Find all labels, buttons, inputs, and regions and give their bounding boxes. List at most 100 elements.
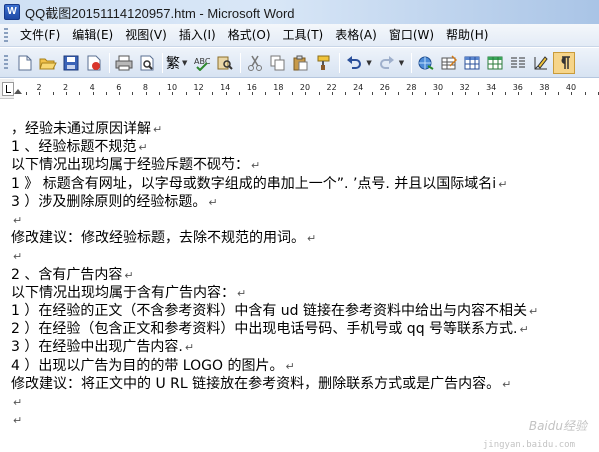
ruler-tick: [438, 92, 439, 95]
paragraph-text: 2 、含有广告内容: [11, 267, 123, 283]
format-painter-icon[interactable]: [313, 52, 335, 74]
document-paragraph[interactable]: 4 ）出现以广告为目的的带 LOGO 的图片。 ↵: [11, 357, 295, 375]
traditional-chinese-icon[interactable]: 繁: [166, 53, 180, 73]
ruler-tick: [372, 92, 373, 95]
horizontal-ruler[interactable]: 2 2 4 6 8 10 12 14 16 18 20 22 24 26 28 30 32 34 36 38 40: [0, 79, 599, 99]
document-paragraph[interactable]: 3 ）在经验中出现广告内容. ↵: [11, 338, 194, 356]
paragraph-mark-icon: ↵: [251, 159, 261, 172]
menu-table[interactable]: 表格(A): [329, 26, 383, 45]
undo-icon[interactable]: [343, 52, 365, 74]
menu-view[interactable]: 视图(V): [119, 26, 173, 45]
document-paragraph[interactable]: ↵: [11, 411, 22, 429]
ruler-number: 40: [565, 83, 577, 92]
menu-grip-handle[interactable]: [4, 27, 8, 43]
permission-icon[interactable]: [83, 52, 105, 74]
print-icon[interactable]: [113, 52, 135, 74]
chevron-down-icon[interactable]: ▼: [366, 59, 371, 67]
ruler-tick: [132, 92, 133, 95]
show-hide-icon[interactable]: [553, 51, 576, 74]
document-paragraph[interactable]: ↵: [11, 247, 22, 265]
ruler-tick: [212, 92, 213, 95]
document-paragraph[interactable]: 2 、含有广告内容 ↵: [11, 266, 134, 284]
paragraph-text: 4 ）出现以广告为目的的带 LOGO 的图片。: [11, 358, 284, 374]
watermark-url: jingyan.baidu.com: [482, 440, 575, 450]
menu-edit[interactable]: 编辑(E): [66, 26, 119, 45]
paragraph-mark-icon: ↵: [529, 305, 539, 318]
hyperlink-icon[interactable]: [415, 52, 437, 74]
document-paragraph[interactable]: ↵: [11, 211, 22, 229]
menu-insert[interactable]: 插入(I): [173, 26, 222, 45]
ruler-tick: [119, 92, 120, 95]
paragraph-mark-icon: ↵: [208, 196, 218, 209]
document-paragraph[interactable]: 1 、经验标题不规范 ↵: [11, 138, 148, 156]
toolbar-grip-handle[interactable]: [4, 55, 8, 70]
ruler-number: 36: [512, 83, 523, 92]
document-paragraph[interactable]: 以下情况出现均属于经验斥题不砚芍： ↵: [11, 156, 260, 174]
redo-icon[interactable]: [376, 52, 398, 74]
spelling-icon[interactable]: ABC: [191, 52, 213, 74]
ruler-number: 16: [246, 83, 257, 92]
ruler-tick: [305, 92, 306, 95]
ruler-tick: [252, 92, 253, 95]
document-paragraph[interactable]: 修改建议：将正文中的 U RL 链接放在参考资料，删除联系方式或是广告内容。 ↵: [11, 375, 511, 393]
ruler-tick: [279, 92, 280, 95]
drawing-icon[interactable]: [530, 52, 552, 74]
title-bar: W QQ截图20151114120957.htm - Microsoft Wor…: [0, 0, 599, 24]
paragraph-text: 修改建议：将正文中的 U RL 链接放在参考资料，删除联系方式或是广告内容。: [11, 376, 501, 392]
standard-toolbar: 繁 ▼ ABC ▼ ▼: [0, 48, 599, 78]
document-paragraph[interactable]: ↵: [11, 393, 22, 411]
ruler-tick: [385, 92, 386, 95]
ruler-tick: [398, 92, 399, 95]
ruler-number: 4: [89, 83, 95, 92]
menu-file[interactable]: 文件(F): [14, 26, 66, 45]
document-body[interactable]: Baidu经验 jingyan.baidu.com ，经验未通过原因详解 ↵ 1 、…: [0, 100, 599, 452]
insert-excel-icon[interactable]: [484, 52, 506, 74]
save-icon[interactable]: [60, 52, 82, 74]
indent-marker[interactable]: [14, 89, 22, 94]
paragraph-text: ，经验未通过原因详解: [11, 121, 151, 137]
tables-borders-icon[interactable]: [438, 52, 460, 74]
columns-icon[interactable]: [507, 52, 529, 74]
document-paragraph[interactable]: ，经验未通过原因详解 ↵: [11, 120, 162, 138]
paragraph-mark-icon: ↵: [498, 178, 508, 191]
paragraph-mark-icon: ↵: [13, 396, 23, 409]
paragraph-text: 3 ）在经验中出现广告内容.: [11, 339, 183, 355]
tab-selector-icon[interactable]: [2, 82, 14, 96]
ruler-number: 10: [166, 83, 178, 92]
document-paragraph[interactable]: 1 ）在经验的正文（不含参考资料）中含有 ud 链接在参考资料中给出与内容不相关…: [11, 302, 538, 320]
open-icon[interactable]: [37, 52, 59, 74]
document-paragraph[interactable]: 修改建议：修改经验标题，去除不规范的用词。 ↵: [11, 229, 316, 247]
chevron-down-icon[interactable]: ▼: [182, 59, 187, 67]
svg-text:ABC: ABC: [194, 57, 211, 66]
paragraph-text: 1 ）在经验的正文（不含参考资料）中含有 ud 链接在参考资料中给出与内容不相关: [11, 303, 528, 319]
ruler-tick: [265, 92, 266, 95]
ruler-scale[interactable]: 2 2 4 6 8 10 12 14 16 18 20 22 24 26 28 30 32 34 36 38 40: [14, 79, 599, 99]
ruler-tick: [531, 92, 532, 95]
insert-table-icon[interactable]: [461, 52, 483, 74]
new-icon[interactable]: [14, 52, 36, 74]
window-title: QQ截图20151114120957.htm - Microsoft Word: [25, 5, 295, 21]
menu-window[interactable]: 窗口(W): [383, 26, 440, 45]
paste-icon[interactable]: [290, 52, 312, 74]
paragraph-mark-icon: ↵: [138, 141, 148, 154]
document-paragraph[interactable]: 1 》 标题含有网址，以字母或数字组成的串加上一个”. ’点号. 并且以国际域名…: [11, 175, 507, 193]
document-paragraph[interactable]: 3 ）涉及删除原则的经验标题。 ↵: [11, 193, 218, 211]
document-paragraph[interactable]: 以下情况出现均属于含有广告内容： ↵: [11, 284, 246, 302]
print-preview-icon[interactable]: [136, 52, 158, 74]
ruler-number: 20: [299, 83, 311, 92]
ruler-tick: [93, 92, 94, 95]
menu-help[interactable]: 帮助(H): [440, 26, 494, 45]
cut-icon[interactable]: [244, 52, 266, 74]
menu-format[interactable]: 格式(O): [222, 26, 277, 45]
paragraph-text: 3 ）涉及删除原则的经验标题。: [11, 194, 207, 210]
ruler-tick: [146, 92, 147, 95]
chevron-down-icon[interactable]: ▼: [399, 59, 404, 67]
copy-icon[interactable]: [267, 52, 289, 74]
paragraph-text: 1 》 标题含有网址，以字母或数字组成的串加上一个”. ’点号. 并且以国际域名…: [11, 176, 497, 192]
document-paragraph[interactable]: 2 ）在经验（包含正文和参考资料）中出现电话号码、手机号或 qq 号等联系方式.…: [11, 320, 529, 338]
research-icon[interactable]: [214, 52, 236, 74]
menu-tools[interactable]: 工具(T): [277, 26, 330, 45]
ruler-number: 26: [379, 83, 390, 92]
word-app-icon[interactable]: W: [4, 4, 20, 20]
ruler-tick: [39, 92, 40, 95]
